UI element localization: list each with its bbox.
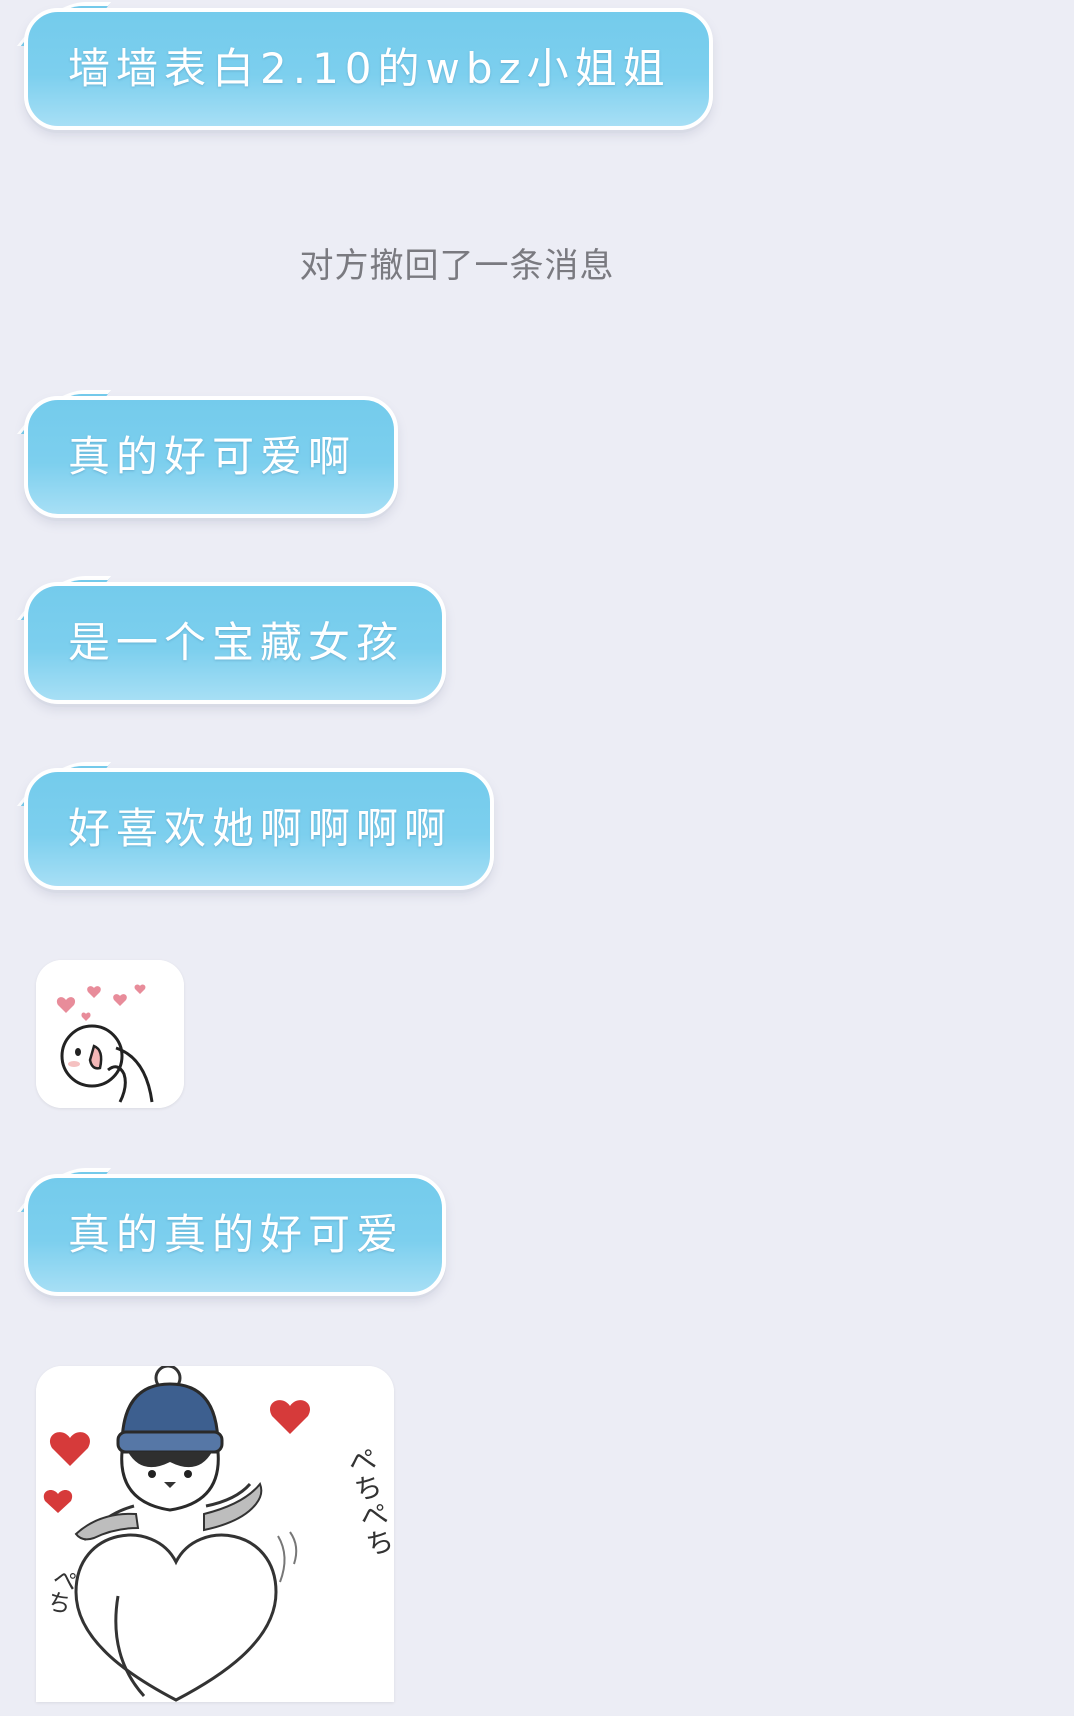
- message-text: 是一个宝藏女孩: [68, 618, 405, 667]
- message-text: 真的真的好可爱: [68, 1210, 405, 1259]
- message-text: 墙墙表白2.10的wbz小姐姐: [68, 44, 671, 93]
- chat-view: 墙墙表白2.10的wbz小姐姐 对方撤回了一条消息 真的好可爱啊 是一个宝藏女孩…: [0, 0, 1074, 1716]
- message-bubble[interactable]: 真的好可爱啊: [24, 396, 399, 518]
- sticker-message[interactable]: [36, 960, 184, 1108]
- message-bubble[interactable]: 是一个宝藏女孩: [24, 582, 447, 704]
- penguin-heart-sticker-icon: [36, 1366, 394, 1702]
- message-text: 真的好可爱啊: [68, 432, 357, 481]
- message-text: 好喜欢她啊啊啊啊: [68, 804, 453, 853]
- message-bubble[interactable]: 墙墙表白2.10的wbz小姐姐: [24, 8, 713, 130]
- message-bubble[interactable]: 好喜欢她啊啊啊啊: [24, 768, 495, 890]
- message-bubble[interactable]: 真的真的好可爱: [24, 1174, 447, 1296]
- sticker-message[interactable]: ぺちぺち ぺち: [36, 1366, 394, 1702]
- recall-notice: 对方撤回了一条消息: [299, 246, 615, 286]
- blushing-face-hearts-sticker-icon: [36, 960, 184, 1108]
